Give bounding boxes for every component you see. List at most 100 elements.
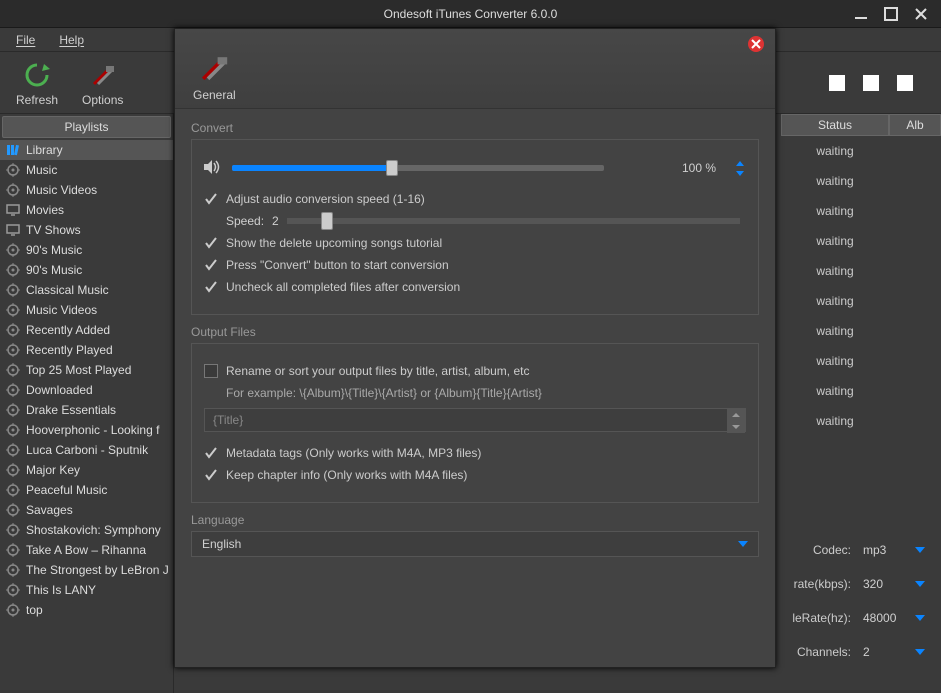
- playlist-item[interactable]: Shostakovich: Symphony: [0, 520, 173, 540]
- playlist-item[interactable]: Luca Carboni - Sputnik: [0, 440, 173, 460]
- speed-slider[interactable]: [287, 218, 740, 224]
- samplerate-select[interactable]: 48000: [857, 607, 931, 629]
- status-cell: waiting: [781, 196, 889, 226]
- playlist-label: Downloaded: [26, 383, 173, 397]
- volume-spinner[interactable]: [734, 158, 746, 178]
- gear-icon: [6, 383, 20, 397]
- library-icon: [6, 143, 20, 157]
- gear-icon: [6, 423, 20, 437]
- pattern-dropdown-button[interactable]: [727, 409, 745, 433]
- press-convert-checkbox[interactable]: Press "Convert" button to start conversi…: [204, 258, 746, 272]
- playlist-item[interactable]: The Strongest by LeBron J: [0, 560, 173, 580]
- convert-section: 100 % Adjust audio conversion speed (1-1…: [191, 139, 759, 315]
- menu-file[interactable]: File: [16, 33, 35, 47]
- status-list: waitingwaitingwaitingwaitingwaitingwaiti…: [781, 136, 941, 436]
- status-cell: waiting: [781, 316, 889, 346]
- bitrate-label: rate(kbps):: [781, 577, 851, 591]
- chevron-down-icon: [915, 615, 925, 621]
- volume-percent: 100 %: [674, 158, 724, 178]
- playlist-label: Major Key: [26, 463, 173, 477]
- language-select[interactable]: English: [191, 531, 759, 557]
- channels-select[interactable]: 2: [857, 641, 931, 663]
- codec-label: Codec:: [781, 543, 851, 557]
- options-icon: [87, 59, 119, 91]
- gear-icon: [6, 163, 20, 177]
- playlist-item[interactable]: Music Videos: [0, 300, 173, 320]
- playlist-item[interactable]: Top 25 Most Played: [0, 360, 173, 380]
- dialog-close-button[interactable]: [747, 35, 765, 53]
- checkbox-icon: [204, 364, 218, 378]
- playlist-label: Take A Bow – Rihanna: [26, 543, 173, 557]
- app-title: Ondesoft iTunes Converter 6.0.0: [384, 7, 558, 21]
- options-button[interactable]: Options: [76, 57, 129, 109]
- playlist-item[interactable]: Movies: [0, 200, 173, 220]
- playlist-label: Shostakovich: Symphony: [26, 523, 173, 537]
- volume-slider[interactable]: [232, 165, 664, 171]
- playlist-item[interactable]: TV Shows: [0, 220, 173, 240]
- example-text: For example: \{Album}\{Title}\{Artist} o…: [226, 386, 746, 400]
- menu-help[interactable]: Help: [59, 33, 84, 47]
- gear-icon: [6, 363, 20, 377]
- options-dialog: General Convert 100 %: [174, 28, 776, 668]
- show-tutorial-checkbox[interactable]: Show the delete upcoming songs tutorial: [204, 236, 746, 250]
- playlist-label: Music: [26, 163, 173, 177]
- playlist-label: Movies: [26, 203, 173, 217]
- refresh-button[interactable]: Refresh: [10, 57, 64, 109]
- playlist-label: Music Videos: [26, 183, 173, 197]
- playlist-label: Music Videos: [26, 303, 173, 317]
- chevron-down-icon: [915, 581, 925, 587]
- refresh-label: Refresh: [16, 93, 58, 107]
- playlist-item[interactable]: This Is LANY: [0, 580, 173, 600]
- rename-checkbox[interactable]: Rename or sort your output files by titl…: [204, 364, 746, 378]
- status-cell: waiting: [781, 136, 889, 166]
- tab-general[interactable]: General: [185, 44, 244, 108]
- playlist-item[interactable]: Hooverphonic - Looking f: [0, 420, 173, 440]
- chapter-checkbox[interactable]: Keep chapter info (Only works with M4A f…: [204, 468, 746, 482]
- speed-value: 2: [272, 214, 279, 228]
- uncheck-completed-checkbox[interactable]: Uncheck all completed files after conver…: [204, 280, 746, 294]
- gear-icon: [6, 583, 20, 597]
- status-cell: waiting: [781, 256, 889, 286]
- options-label: Options: [82, 93, 123, 107]
- playlist-label: This Is LANY: [26, 583, 173, 597]
- playlist-item[interactable]: 90's Music: [0, 240, 173, 260]
- playlist-item[interactable]: Recently Played: [0, 340, 173, 360]
- codec-select[interactable]: mp3: [857, 539, 931, 561]
- chevron-down-icon: [915, 547, 925, 553]
- header-checkbox-2[interactable]: [863, 75, 879, 91]
- playlist-item[interactable]: top: [0, 600, 173, 620]
- check-icon: [204, 280, 218, 294]
- minimize-button[interactable]: [853, 6, 869, 22]
- playlist-item[interactable]: Downloaded: [0, 380, 173, 400]
- maximize-button[interactable]: [883, 6, 899, 22]
- playlist-item[interactable]: Drake Essentials: [0, 400, 173, 420]
- filename-pattern-input[interactable]: {Title}: [204, 408, 746, 432]
- playlist-list: LibraryMusicMusic VideosMoviesTV Shows90…: [0, 140, 173, 693]
- playlist-item[interactable]: Peaceful Music: [0, 480, 173, 500]
- metadata-checkbox[interactable]: Metadata tags (Only works with M4A, MP3 …: [204, 446, 746, 460]
- playlist-label: Library: [26, 143, 173, 157]
- bitrate-select[interactable]: 320: [857, 573, 931, 595]
- gear-icon: [6, 303, 20, 317]
- playlist-label: Luca Carboni - Sputnik: [26, 443, 173, 457]
- playlist-item[interactable]: 90's Music: [0, 260, 173, 280]
- status-column-header[interactable]: Status: [781, 114, 889, 136]
- output-section-title: Output Files: [191, 325, 759, 339]
- gear-icon: [6, 283, 20, 297]
- playlist-item[interactable]: Music Videos: [0, 180, 173, 200]
- playlist-item[interactable]: Classical Music: [0, 280, 173, 300]
- album-column-header[interactable]: Alb: [889, 114, 941, 136]
- playlist-item[interactable]: Recently Added: [0, 320, 173, 340]
- gear-icon: [6, 323, 20, 337]
- playlist-item[interactable]: Library: [0, 140, 173, 160]
- playlist-item[interactable]: Savages: [0, 500, 173, 520]
- header-checkbox-3[interactable]: [897, 75, 913, 91]
- playlist-label: Top 25 Most Played: [26, 363, 173, 377]
- playlist-item[interactable]: Take A Bow – Rihanna: [0, 540, 173, 560]
- close-button[interactable]: [913, 6, 929, 22]
- adjust-speed-checkbox[interactable]: Adjust audio conversion speed (1-16): [204, 192, 746, 206]
- header-checkbox-1[interactable]: [829, 75, 845, 91]
- playlist-item[interactable]: Music: [0, 160, 173, 180]
- playlists-header[interactable]: Playlists: [2, 116, 171, 138]
- playlist-item[interactable]: Major Key: [0, 460, 173, 480]
